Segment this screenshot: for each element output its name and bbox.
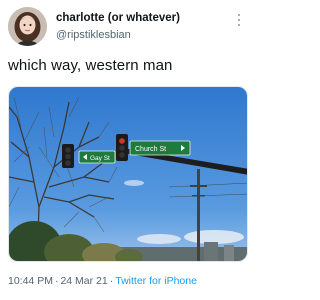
tweet-date[interactable]: 24 Mar 21: [60, 275, 107, 287]
meta-separator: ·: [54, 275, 59, 287]
tweet-meta: 10:44 PM · 24 Mar 21 · Twitter for iPhone: [8, 275, 197, 287]
street-photo: Gay St Church St: [9, 87, 247, 261]
tweet-photo[interactable]: Gay St Church St: [8, 86, 248, 262]
tweet-source-link[interactable]: Twitter for iPhone: [115, 275, 197, 287]
tweet-time[interactable]: 10:44 PM: [8, 275, 53, 287]
tweet-header: charlotte (or whatever) @ripstiklesbian: [0, 0, 255, 52]
avatar[interactable]: [8, 7, 47, 46]
left-sign-text: Gay St: [90, 155, 110, 162]
user-handle[interactable]: @ripstiklesbian: [56, 29, 131, 41]
display-name[interactable]: charlotte (or whatever): [56, 12, 180, 24]
more-vertical-icon[interactable]: [234, 12, 244, 28]
street-sign-left: Gay St: [78, 150, 116, 164]
tweet-text: which way, western man: [8, 57, 173, 74]
avatar-image: [8, 7, 47, 46]
right-sign-text: Church St: [135, 146, 166, 153]
street-sign-right: Church St: [129, 140, 191, 156]
meta-separator-2: ·: [109, 275, 114, 287]
